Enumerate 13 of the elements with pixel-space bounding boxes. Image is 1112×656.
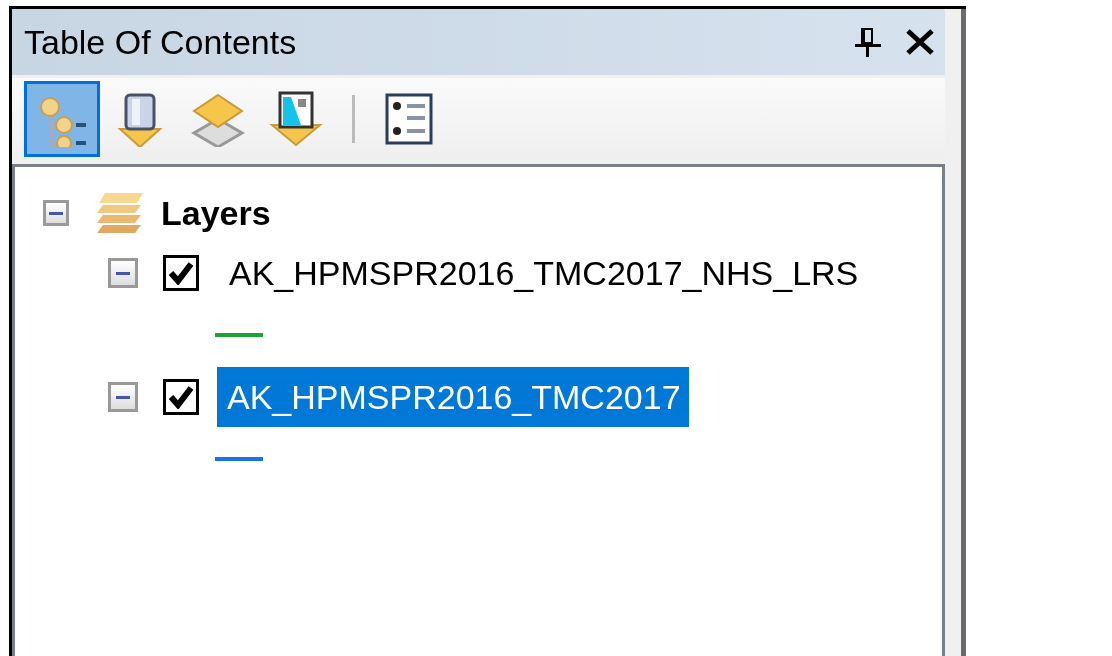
drawing-order-tool-button[interactable]: [24, 81, 100, 157]
layer-name[interactable]: AK_HPMSPR2016_TMC2017: [217, 367, 689, 427]
layer-name[interactable]: AK_HPMSPR2016_TMC2017_NHS_LRS: [223, 243, 865, 303]
layer-checkbox[interactable]: [163, 379, 199, 415]
collapse-icon[interactable]: [43, 200, 69, 226]
close-icon[interactable]: [905, 29, 935, 55]
pin-icon[interactable]: [855, 26, 881, 58]
collapse-icon[interactable]: [108, 382, 138, 412]
panel-splitter[interactable]: [945, 9, 966, 656]
layers-group-label[interactable]: Layers: [161, 193, 271, 233]
collapse-icon[interactable]: [108, 258, 138, 288]
layer-checkbox[interactable]: [163, 255, 199, 291]
panel-title: Table Of Contents: [24, 22, 297, 62]
